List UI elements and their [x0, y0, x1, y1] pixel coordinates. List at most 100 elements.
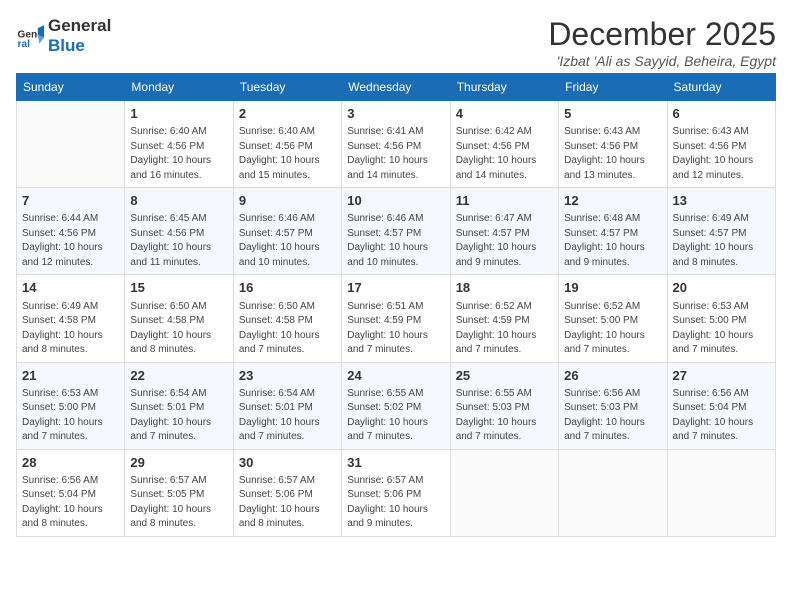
day-info: Sunrise: 6:56 AM Sunset: 5:04 PM Dayligh…	[673, 387, 770, 445]
day-number: 25	[456, 367, 553, 385]
day-info: Sunrise: 6:56 AM Sunset: 5:04 PM Dayligh…	[22, 474, 119, 532]
day-info: Sunrise: 6:55 AM Sunset: 5:03 PM Dayligh…	[456, 387, 553, 445]
header-saturday: Saturday	[667, 74, 775, 101]
header-friday: Friday	[559, 74, 667, 101]
header-wednesday: Wednesday	[342, 74, 450, 101]
calendar-cell: 5Sunrise: 6:43 AM Sunset: 4:56 PM Daylig…	[559, 101, 667, 188]
week-row-3: 14 Sunrise: 6:49 AM Sunset: 4:58 PM Dayli…	[17, 275, 776, 362]
calendar-cell: 31 Sunrise: 6:57 AM Sunset: 5:06 PM Dayli…	[342, 449, 450, 536]
day-number: 27	[673, 367, 770, 385]
logo-general: Gene	[48, 16, 91, 35]
title-area: December 2025 'Izbat 'Ali as Sayyid, Beh…	[548, 16, 776, 69]
day-number: 19	[564, 279, 661, 297]
calendar-cell: 1Sunrise: 6:40 AM Sunset: 4:56 PM Daylig…	[125, 101, 233, 188]
calendar-cell	[17, 101, 125, 188]
day-number: 2	[239, 105, 336, 123]
day-number: 16	[239, 279, 336, 297]
month-title: December 2025	[548, 16, 776, 53]
calendar-cell: 19 Sunrise: 6:52 AM Sunset: 5:00 PM Dayli…	[559, 275, 667, 362]
calendar-cell: 18 Sunrise: 6:52 AM Sunset: 4:59 PM Dayli…	[450, 275, 558, 362]
day-number: 4	[456, 105, 553, 123]
day-number: 14	[22, 279, 119, 297]
calendar-cell	[667, 449, 775, 536]
week-row-4: 21Sunrise: 6:53 AM Sunset: 5:00 PM Dayli…	[17, 362, 776, 449]
calendar-cell: 29Sunrise: 6:57 AM Sunset: 5:05 PM Dayli…	[125, 449, 233, 536]
day-info: Sunrise: 6:45 AM Sunset: 4:56 PM Dayligh…	[130, 212, 227, 270]
day-info: Sunrise: 6:42 AM Sunset: 4:56 PM Dayligh…	[456, 125, 553, 183]
day-info: Sunrise: 6:47 AM Sunset: 4:57 PM Dayligh…	[456, 212, 553, 270]
day-info: Sunrise: 6:43 AM Sunset: 4:56 PM Dayligh…	[564, 125, 661, 183]
calendar-cell: 12 Sunrise: 6:48 AM Sunset: 4:57 PM Dayli…	[559, 188, 667, 275]
day-info: Sunrise: 6:46 AM Sunset: 4:57 PM Dayligh…	[239, 212, 336, 270]
day-info: Sunrise: 6:52 AM Sunset: 4:59 PM Dayligh…	[456, 300, 553, 358]
calendar-cell: 16Sunrise: 6:50 AM Sunset: 4:58 PM Dayli…	[233, 275, 341, 362]
day-number: 8	[130, 192, 227, 210]
logo-ral: ral	[91, 16, 112, 35]
calendar-cell: 6 Sunrise: 6:43 AM Sunset: 4:56 PM Daylig…	[667, 101, 775, 188]
day-number: 26	[564, 367, 661, 385]
day-number: 22	[130, 367, 227, 385]
calendar-cell: 2 Sunrise: 6:40 AM Sunset: 4:56 PM Daylig…	[233, 101, 341, 188]
day-number: 28	[22, 454, 119, 472]
day-info: Sunrise: 6:49 AM Sunset: 4:58 PM Dayligh…	[22, 300, 119, 358]
svg-text:ral: ral	[18, 39, 31, 50]
day-info: Sunrise: 6:57 AM Sunset: 5:05 PM Dayligh…	[130, 474, 227, 532]
day-number: 6	[673, 105, 770, 123]
day-number: 9	[239, 192, 336, 210]
day-number: 7	[22, 192, 119, 210]
day-number: 12	[564, 192, 661, 210]
calendar-cell: 7Sunrise: 6:44 AM Sunset: 4:56 PM Daylig…	[17, 188, 125, 275]
day-info: Sunrise: 6:43 AM Sunset: 4:56 PM Dayligh…	[673, 125, 770, 183]
week-row-1: 1Sunrise: 6:40 AM Sunset: 4:56 PM Daylig…	[17, 101, 776, 188]
day-number: 23	[239, 367, 336, 385]
day-number: 13	[673, 192, 770, 210]
day-number: 3	[347, 105, 444, 123]
page-header: Gene ral General Blue December 2025 'Izb…	[16, 16, 776, 69]
calendar-cell: 14 Sunrise: 6:49 AM Sunset: 4:58 PM Dayli…	[17, 275, 125, 362]
day-number: 24	[347, 367, 444, 385]
day-info: Sunrise: 6:57 AM Sunset: 5:06 PM Dayligh…	[239, 474, 336, 532]
header-row: SundayMondayTuesdayWednesdayThursdayFrid…	[17, 74, 776, 101]
calendar-cell: 17 Sunrise: 6:51 AM Sunset: 4:59 PM Dayli…	[342, 275, 450, 362]
day-info: Sunrise: 6:52 AM Sunset: 5:00 PM Dayligh…	[564, 300, 661, 358]
logo-icon: Gene ral	[16, 22, 44, 50]
calendar-cell: 4 Sunrise: 6:42 AM Sunset: 4:56 PM Daylig…	[450, 101, 558, 188]
header-sunday: Sunday	[17, 74, 125, 101]
day-info: Sunrise: 6:53 AM Sunset: 5:00 PM Dayligh…	[22, 387, 119, 445]
day-number: 30	[239, 454, 336, 472]
calendar-cell: 10 Sunrise: 6:46 AM Sunset: 4:57 PM Dayli…	[342, 188, 450, 275]
day-info: Sunrise: 6:55 AM Sunset: 5:02 PM Dayligh…	[347, 387, 444, 445]
calendar-table: SundayMondayTuesdayWednesdayThursdayFrid…	[16, 73, 776, 537]
calendar-cell: 8 Sunrise: 6:45 AM Sunset: 4:56 PM Daylig…	[125, 188, 233, 275]
day-info: Sunrise: 6:40 AM Sunset: 4:56 PM Dayligh…	[239, 125, 336, 183]
day-info: Sunrise: 6:54 AM Sunset: 5:01 PM Dayligh…	[239, 387, 336, 445]
calendar-cell: 23 Sunrise: 6:54 AM Sunset: 5:01 PM Dayli…	[233, 362, 341, 449]
calendar-cell: 27 Sunrise: 6:56 AM Sunset: 5:04 PM Dayli…	[667, 362, 775, 449]
day-info: Sunrise: 6:48 AM Sunset: 4:57 PM Dayligh…	[564, 212, 661, 270]
day-info: Sunrise: 6:53 AM Sunset: 5:00 PM Dayligh…	[673, 300, 770, 358]
day-info: Sunrise: 6:51 AM Sunset: 4:59 PM Dayligh…	[347, 300, 444, 358]
calendar-cell: 11 Sunrise: 6:47 AM Sunset: 4:57 PM Dayli…	[450, 188, 558, 275]
week-row-2: 7Sunrise: 6:44 AM Sunset: 4:56 PM Daylig…	[17, 188, 776, 275]
day-number: 10	[347, 192, 444, 210]
day-info: Sunrise: 6:46 AM Sunset: 4:57 PM Dayligh…	[347, 212, 444, 270]
day-info: Sunrise: 6:57 AM Sunset: 5:06 PM Dayligh…	[347, 474, 444, 532]
day-number: 20	[673, 279, 770, 297]
day-number: 17	[347, 279, 444, 297]
week-row-5: 28 Sunrise: 6:56 AM Sunset: 5:04 PM Dayli…	[17, 449, 776, 536]
logo-blue: Blue	[48, 36, 85, 55]
calendar-cell: 15Sunrise: 6:50 AM Sunset: 4:58 PM Dayli…	[125, 275, 233, 362]
calendar-cell: 26Sunrise: 6:56 AM Sunset: 5:03 PM Dayli…	[559, 362, 667, 449]
day-number: 11	[456, 192, 553, 210]
day-number: 18	[456, 279, 553, 297]
calendar-cell: 3Sunrise: 6:41 AM Sunset: 4:56 PM Daylig…	[342, 101, 450, 188]
calendar-cell	[559, 449, 667, 536]
day-number: 15	[130, 279, 227, 297]
location-subtitle: 'Izbat 'Ali as Sayyid, Beheira, Egypt	[548, 53, 776, 69]
calendar-cell: 13Sunrise: 6:49 AM Sunset: 4:57 PM Dayli…	[667, 188, 775, 275]
day-info: Sunrise: 6:54 AM Sunset: 5:01 PM Dayligh…	[130, 387, 227, 445]
calendar-cell: 21Sunrise: 6:53 AM Sunset: 5:00 PM Dayli…	[17, 362, 125, 449]
day-info: Sunrise: 6:40 AM Sunset: 4:56 PM Dayligh…	[130, 125, 227, 183]
day-number: 31	[347, 454, 444, 472]
header-monday: Monday	[125, 74, 233, 101]
